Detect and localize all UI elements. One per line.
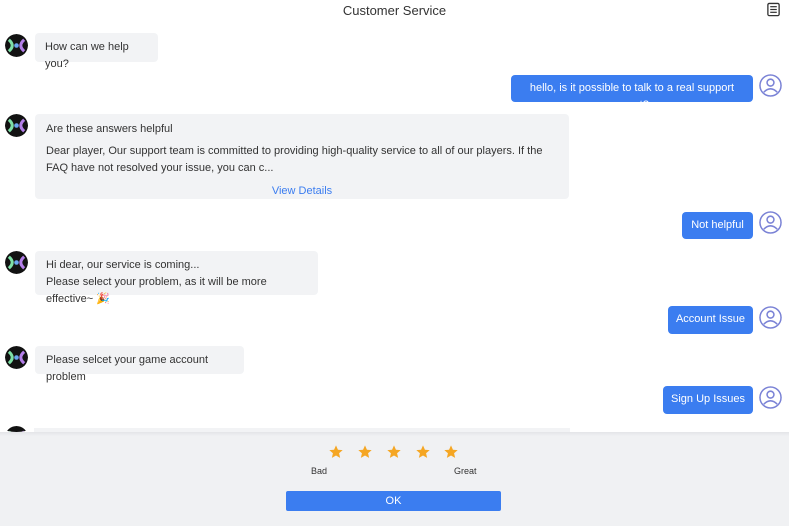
header-title: Customer Service: [342, 3, 447, 18]
message-text: Sign Up Issues: [671, 393, 745, 405]
rating-label-bad: Bad: [311, 466, 328, 476]
bot-avatar: [5, 114, 28, 137]
message-text: hello, is it possible to talk to a real …: [529, 82, 735, 111]
bot-avatar: [5, 251, 28, 274]
star-icon[interactable]: [415, 444, 431, 460]
message-text: Hi dear, our service is coming...: [46, 259, 200, 271]
message-text: Please selcet your game account problem: [46, 354, 209, 383]
user-message: Not helpful: [682, 212, 753, 239]
chat-header: Customer Service: [0, 0, 789, 22]
rating-label-great: Great: [454, 466, 477, 476]
panel-divider: [0, 432, 789, 436]
star-icon[interactable]: [328, 444, 344, 460]
user-avatar: [759, 306, 782, 329]
bot-message: Please selcet your game account problem: [35, 346, 244, 383]
bot-message: Hi dear, our service is coming... Please…: [35, 251, 318, 305]
faq-title: Are these answers helpful: [46, 123, 173, 135]
star-icon[interactable]: [357, 444, 373, 460]
star-icon[interactable]: [386, 444, 402, 460]
user-message: Sign Up Issues: [663, 386, 753, 414]
message-text: Please select your problem, as it will b…: [46, 276, 267, 305]
user-message: Account Issue: [668, 306, 753, 334]
bot-avatar: [5, 34, 28, 57]
message-text: How can we help you?: [45, 41, 129, 70]
ok-button[interactable]: OK: [286, 491, 501, 511]
view-details-link[interactable]: View Details: [46, 183, 558, 200]
faq-card: Are these answers helpful Dear player, O…: [35, 114, 569, 199]
bot-message: How can we help you?: [35, 33, 158, 70]
faq-body: Dear player, Our support team is committ…: [46, 145, 543, 174]
user-message: hello, is it possible to talk to a real …: [511, 75, 753, 111]
message-text: Account Issue: [675, 313, 746, 325]
user-avatar: [759, 386, 782, 409]
user-avatar: [759, 74, 782, 97]
message-text: Not helpful: [691, 219, 744, 231]
user-avatar: [759, 211, 782, 234]
document-icon[interactable]: [766, 2, 781, 17]
star-icon[interactable]: [443, 444, 459, 460]
bot-avatar: [5, 346, 28, 369]
